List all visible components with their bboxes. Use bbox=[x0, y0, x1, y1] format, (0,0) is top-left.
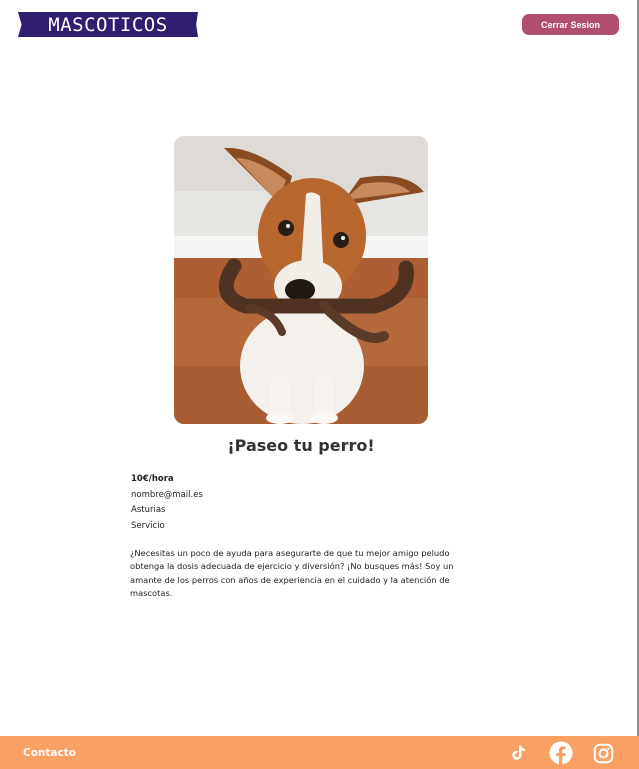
contact-link[interactable]: Contacto bbox=[23, 747, 76, 759]
logo[interactable]: MASCOTICOS bbox=[18, 12, 198, 37]
logout-button[interactable]: Cerrar Sesion bbox=[522, 14, 619, 35]
service-location: Asturias bbox=[131, 505, 166, 515]
instagram-icon[interactable] bbox=[593, 743, 614, 764]
service-category: Servicio bbox=[131, 520, 165, 531]
service-photo bbox=[174, 136, 428, 424]
tiktok-icon[interactable] bbox=[509, 744, 527, 762]
service-email: nombre@mail.es bbox=[131, 489, 203, 500]
service-price: 10€/hora bbox=[131, 474, 174, 484]
service-description: ¿Necesitas un poco de ayuda para asegura… bbox=[130, 548, 454, 599]
service-details: 10€/hora nombre@mail.es Asturias Servici… bbox=[131, 472, 203, 534]
service-title: ¡Paseo tu perro! bbox=[227, 436, 375, 455]
logo-text: MASCOTICOS bbox=[48, 13, 168, 36]
facebook-icon[interactable] bbox=[549, 741, 573, 765]
footer: Contacto bbox=[0, 736, 639, 769]
